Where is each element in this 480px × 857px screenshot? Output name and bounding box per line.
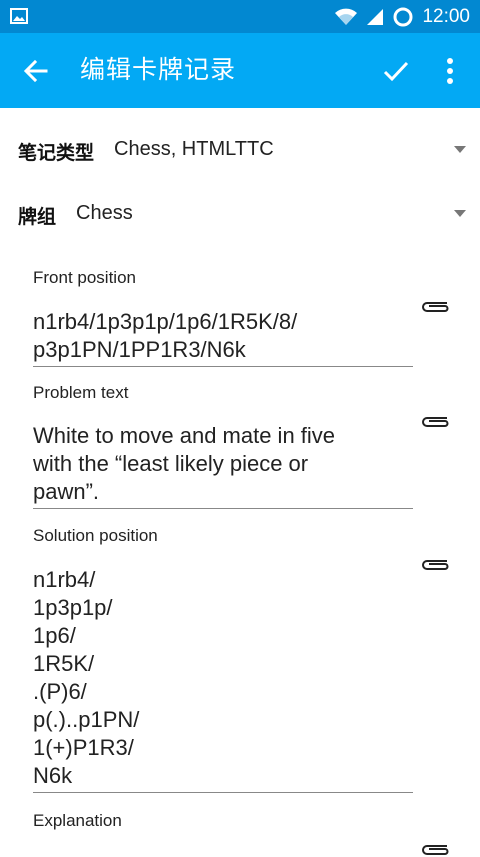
back-arrow-icon[interactable]	[22, 57, 50, 85]
more-options-icon[interactable]	[440, 57, 460, 85]
deck-label: 牌组	[18, 207, 57, 228]
save-check-icon[interactable]	[382, 57, 410, 85]
field-label: Solution position	[33, 526, 158, 545]
app-bar: 编辑卡牌记录	[0, 33, 480, 108]
image-icon	[10, 8, 28, 24]
solution-position-input[interactable]: n1rb4/ 1p3p1p/ 1p6/ 1R5K/ .(P)6/ p(.)..p…	[33, 566, 413, 793]
field-problem-text: Problem text White to move and mate in f…	[33, 383, 453, 509]
deck-spinner[interactable]: 牌组 Chess	[0, 192, 480, 236]
attachment-clip-icon[interactable]	[419, 413, 451, 429]
signal-icon	[367, 8, 384, 25]
battery-icon	[393, 7, 413, 26]
dropdown-arrow-icon	[454, 210, 466, 217]
attachment-clip-icon[interactable]	[419, 841, 451, 857]
attachment-clip-icon[interactable]	[419, 556, 451, 572]
front-position-input[interactable]: n1rb4/1p3p1p/1p6/1R5K/8/ p3p1PN/1PP1R3/N…	[33, 308, 413, 367]
deck-value: Chess	[76, 202, 133, 224]
field-solution-position: Solution position n1rb4/ 1p3p1p/ 1p6/ 1R…	[33, 526, 453, 793]
note-type-value: Chess, HTMLTTC	[114, 138, 274, 160]
field-explanation: Explanation	[33, 811, 453, 855]
wifi-icon	[335, 8, 358, 25]
note-type-label: 笔记类型	[18, 143, 95, 164]
field-label: Front position	[33, 268, 136, 287]
attachment-clip-icon[interactable]	[419, 298, 451, 314]
page-title: 编辑卡牌记录	[80, 56, 237, 84]
field-label: Problem text	[33, 383, 129, 402]
note-type-spinner[interactable]: 笔记类型 Chess, HTMLTTC	[0, 128, 480, 172]
problem-text-input[interactable]: White to move and mate in five with the …	[33, 422, 413, 509]
clock: 12:00	[422, 5, 470, 27]
field-front-position: Front position n1rb4/1p3p1p/1p6/1R5K/8/ …	[33, 268, 453, 367]
field-label: Explanation	[33, 811, 122, 830]
status-bar: 12:00	[0, 0, 480, 33]
dropdown-arrow-icon	[454, 146, 466, 153]
